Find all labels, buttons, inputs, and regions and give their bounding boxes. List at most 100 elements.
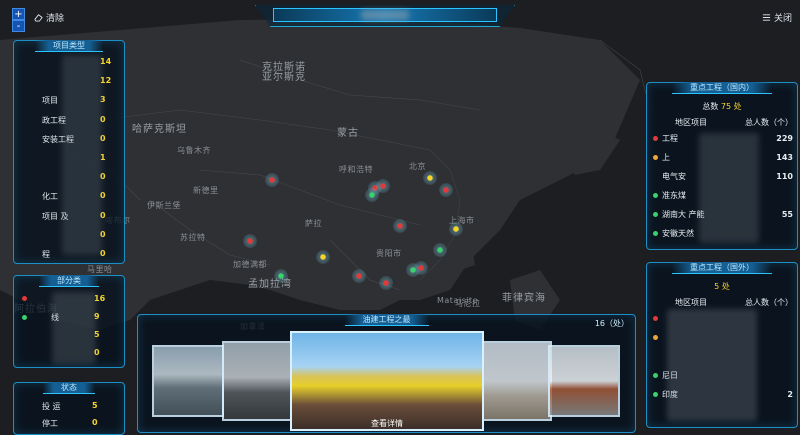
project-name: 准东煤 [662,191,686,200]
status-dot-icon [653,212,658,217]
domestic-total: 总数 75 处 [702,102,742,111]
map-label: 萨拉 [305,219,322,228]
item-label [22,153,42,162]
item-label [31,294,51,303]
map-label: 菲律宾海 [502,293,546,304]
close-button[interactable]: 关闭 [762,11,792,24]
carousel-count: 16（处） [594,319,629,328]
domestic-col-project: 地区项目 [675,118,707,127]
project-marker[interactable] [449,222,463,236]
overseas-header-row: 地区项目 总人数（个） [653,296,793,309]
map-label: 马里哈 [87,265,113,274]
item-label: 项目 [42,96,58,106]
overseas-title: 重点工程（国外） [672,262,772,274]
map-label: 北京 [409,162,426,171]
project-marker[interactable] [379,276,393,290]
view-details-button[interactable]: 查看详情 [292,418,482,429]
item-label [22,230,42,239]
project-photo-5[interactable] [548,345,620,417]
project-marker[interactable] [316,250,330,264]
map-label: 苏拉特 [180,233,206,242]
map-label: 亚尔斯克 [262,72,306,83]
map-label: 贵阳市 [376,249,402,258]
project-marker[interactable] [365,188,379,202]
redacted-title [361,10,409,20]
project-marker[interactable] [414,261,428,275]
project-marker[interactable] [433,243,447,257]
map-label: 蒙古 [337,128,359,139]
zoom-out-button[interactable]: - [12,20,25,32]
project-name: 工程 [662,134,678,143]
status-dot-icon [653,335,658,340]
project-marker[interactable] [265,173,279,187]
status-panel: 状态 投 运 5 停工 0 [13,382,125,435]
status-dot-icon [653,193,658,198]
project-name: 电气安 [662,172,686,181]
clear-label: 清除 [46,14,65,24]
dashboard: 克拉斯诺亚尔斯克哈萨克斯坦蒙古新德里孟加拉湾菲律宾海喀布尔伊斯兰堡乌鲁木齐呼和浩… [0,0,800,435]
status-dot-icon [653,155,658,160]
map-label: 哈萨克斯坦 [132,124,187,135]
list-icon [762,14,771,21]
carousel-title: 油建工程之最 [344,314,429,326]
domestic-projects-panel: 重点工程（国内） 总数 75 处 地区项目 总人数（个） 工程 229 上 143 电气… [646,82,798,250]
status-dot-icon [22,296,27,301]
domestic-title: 重点工程（国内） [672,82,772,94]
overseas-col-count: 总人数（个） [745,298,793,307]
item-label [22,348,42,357]
item-label: 停工 [42,419,58,428]
map-label: Mataisite [437,296,479,305]
status-item[interactable]: 停工 0 [22,418,122,429]
clear-button[interactable]: 清除 [34,11,64,24]
overseas-col-project: 地区项目 [675,298,707,307]
item-label [22,330,42,339]
item-label [22,172,42,181]
status-dot-icon [653,136,658,141]
domestic-header-row: 地区项目 总人数（个） [653,116,793,129]
project-name: 安徽天然 [662,229,694,238]
item-label: 程 [42,250,50,259]
part-types-panel: 部分类 16 线 9 5 0 [13,275,125,368]
item-value: 5 [92,401,98,410]
item-label [22,57,42,66]
overseas-total: 5 处 [714,282,730,291]
item-label [22,76,42,85]
zoom-in-button[interactable]: + [12,8,25,20]
project-photo-2[interactable] [222,341,292,421]
status-dot-icon [22,315,27,320]
item-label: 化工 [42,192,58,202]
map-label: 伊斯兰堡 [147,201,181,210]
project-types-panel: 项目类型 14 12 项目 3 政工程 0 安装工程 0 1 0 化工 0 项目 及00程0 [13,40,125,264]
project-marker[interactable] [274,269,288,283]
project-marker[interactable] [423,171,437,185]
map-label: 乌鲁木齐 [177,146,211,155]
project-marker[interactable] [393,219,407,233]
status-dot-icon [653,373,658,378]
project-name: 上 [662,153,670,162]
status-dot-icon [653,231,658,236]
item-label: 投 运 [42,402,61,411]
project-photo-4[interactable] [482,341,552,421]
map-label: 新德里 [193,186,219,195]
status-dot-icon [653,392,658,397]
project-marker[interactable] [352,269,366,283]
eraser-icon [34,14,43,22]
project-marker[interactable] [243,234,257,248]
status-item[interactable]: 投 运 5 [22,401,122,412]
status-title: 状态 [43,382,95,394]
domestic-col-count: 总人数（个） [745,118,793,127]
part-types-title: 部分类 [39,275,99,287]
close-label: 关闭 [773,14,792,24]
project-photo-1[interactable] [152,345,224,417]
project-types-title: 项目类型 [35,40,103,52]
map-label: 呼和浩特 [339,165,373,174]
top-title-bar [255,5,515,27]
item-label: 政工程 [42,115,66,125]
overseas-projects-panel: 重点工程（国外） 5 处 地区项目 总人数（个） 尼日 印度 2 [646,262,798,428]
project-marker[interactable] [439,183,453,197]
featured-projects-carousel: 油建工程之最 16（处） 查看详情 [137,314,636,433]
project-photo-main[interactable]: 查看详情 [290,331,484,431]
status-dot-icon [653,316,658,321]
map-label: 加德满都 [233,260,267,269]
item-value: 0 [92,418,98,427]
